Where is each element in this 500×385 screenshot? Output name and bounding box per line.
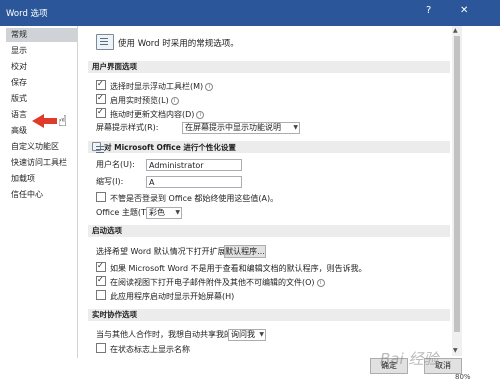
sidebar-item-general[interactable]: 常规 xyxy=(6,28,77,42)
sidebar-item-trust-center[interactable]: 信任中心 xyxy=(6,188,77,202)
sidebar-item-customize-ribbon[interactable]: 自定义功能区 xyxy=(6,140,77,154)
scrollbar[interactable]: ▲ ▼ xyxy=(452,26,462,356)
info-icon: i xyxy=(205,83,214,91)
option-reading-view[interactable]: 在阅读视图下打开电子邮件附件及其他不可编辑的文件(O)i xyxy=(96,274,325,288)
sidebar-item-label: 版式 xyxy=(11,94,27,103)
checkbox[interactable] xyxy=(96,260,106,272)
checkbox[interactable] xyxy=(96,290,106,300)
zoom-level: 80% xyxy=(455,373,471,381)
sidebar-item-label: 信任中心 xyxy=(11,190,43,199)
sidebar-item-label: 校对 xyxy=(11,62,27,71)
initials-label: 缩写(I): xyxy=(96,177,124,186)
sidebar-item-label: 显示 xyxy=(11,46,27,55)
options-panel: 使用 Word 时采用的常规选项。 用户界面选项 选择时显示浮动工具栏(M)i … xyxy=(84,26,452,356)
sidebar-item-label: 常规 xyxy=(11,30,27,39)
sidebar-item-display[interactable]: 显示 xyxy=(6,44,77,58)
close-button[interactable]: ✕ xyxy=(460,5,468,16)
username-label: 用户名(U): xyxy=(96,160,135,169)
option-update-drag[interactable]: 拖动时更新文档内容(D)i xyxy=(96,106,205,120)
sidebar-item-save[interactable]: 保存 xyxy=(6,76,77,90)
help-button[interactable]: ? xyxy=(426,5,431,16)
theme-label: Office 主题(T): xyxy=(96,208,152,217)
screentip-style-select[interactable]: 在屏幕提示中显示功能说明 ▼ xyxy=(182,122,300,134)
default-programs-button[interactable]: 默认程序... xyxy=(224,245,266,258)
title-bar: Word 选项 ? ✕ xyxy=(0,0,500,26)
window-title: Word 选项 xyxy=(6,9,48,19)
theme-select[interactable]: 彩色 ▼ xyxy=(146,207,182,219)
watermark: Bai 经验 xyxy=(380,350,439,368)
option-start-screen[interactable]: 此应用程序启动时显示开始屏幕(H) xyxy=(96,290,234,302)
scroll-up-icon[interactable]: ▲ xyxy=(453,27,458,34)
option-show-name[interactable]: 在状态标志上显示名称 xyxy=(96,343,190,355)
sidebar-item-proofing[interactable]: 校对 xyxy=(6,60,77,74)
section-ui-options: 用户界面选项 xyxy=(88,61,450,73)
sidebar-item-label: 自定义功能区 xyxy=(11,142,59,151)
info-icon: i xyxy=(316,279,325,287)
settings-page-icon xyxy=(96,34,114,50)
extension-label: 选择希望 Word 默认情况下打开扩展名: xyxy=(96,247,237,256)
option-mini-toolbar[interactable]: 选择时显示浮动工具栏(M)i xyxy=(96,78,214,92)
hand-cursor-icon: ☝ xyxy=(58,112,68,130)
sidebar-item-addins[interactable]: 加载项 xyxy=(6,172,77,186)
sidebar: 常规 显示 校对 保存 版式 语言 高级 自定义功能区 快速访问工具栏 加载项 … xyxy=(6,26,78,358)
checkbox[interactable] xyxy=(96,92,106,104)
checkbox[interactable] xyxy=(96,78,106,90)
sidebar-item-label: 保存 xyxy=(11,78,27,87)
chevron-down-icon: ▼ xyxy=(259,331,264,338)
office-icon xyxy=(92,142,104,151)
option-always-use[interactable]: 不管是否登录到 Office 都始终使用这些值(A)。 xyxy=(96,192,278,204)
sidebar-item-quick-access[interactable]: 快速访问工具栏 xyxy=(6,156,77,170)
screentip-style-label: 屏幕提示样式(R): xyxy=(96,123,159,132)
sidebar-item-label: 快速访问工具栏 xyxy=(11,158,67,167)
option-live-preview[interactable]: 启用实时预览(L)i xyxy=(96,92,179,106)
info-icon: i xyxy=(170,97,179,105)
sidebar-item-label: 语言 xyxy=(11,110,27,119)
share-changes-select[interactable]: 询问我 ▼ xyxy=(228,329,266,341)
sidebar-item-layout[interactable]: 版式 xyxy=(6,92,77,106)
section-personalize: 对 Microsoft Office 进行个性化设置 xyxy=(88,141,450,153)
chevron-down-icon: ▼ xyxy=(175,209,180,216)
sidebar-item-label: 加载项 xyxy=(11,174,35,183)
section-startup: 启动选项 xyxy=(88,225,450,237)
initials-input[interactable]: A xyxy=(146,176,242,188)
page-intro: 使用 Word 时采用的常规选项。 xyxy=(118,39,239,49)
chevron-down-icon: ▼ xyxy=(293,124,298,131)
sidebar-item-label: 高级 xyxy=(11,126,27,135)
checkbox[interactable] xyxy=(96,274,106,286)
option-tell-default[interactable]: 如果 Microsoft Word 不是用于查看和编辑文档的默认程序，则告诉我。 xyxy=(96,260,367,274)
checkbox[interactable] xyxy=(96,106,106,118)
scrollbar-thumb[interactable] xyxy=(454,36,460,332)
section-realtime: 实时协作选项 xyxy=(88,309,450,321)
scroll-down-icon[interactable]: ▼ xyxy=(453,347,458,354)
red-arrow-icon xyxy=(32,114,57,128)
checkbox[interactable] xyxy=(96,343,106,353)
username-input[interactable]: Administrator xyxy=(146,159,242,171)
checkbox[interactable] xyxy=(96,192,106,202)
info-icon: i xyxy=(196,111,205,119)
